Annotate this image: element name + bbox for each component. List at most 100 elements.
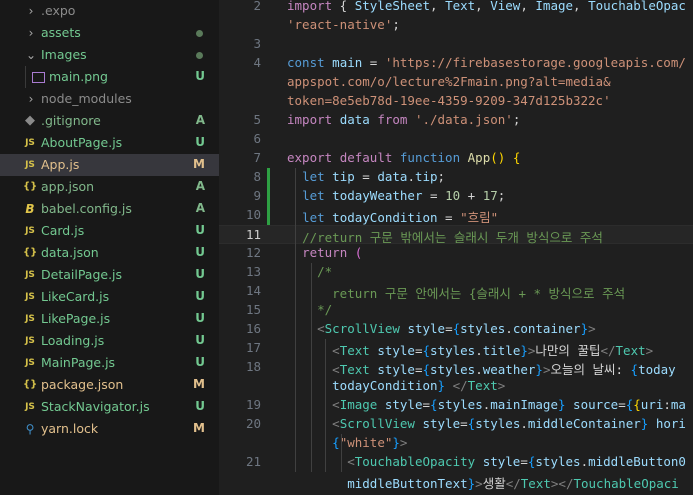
code-line[interactable]: 13 /* bbox=[219, 263, 693, 282]
explorer-item-main-png[interactable]: main.png U bbox=[0, 66, 219, 88]
code-token: } bbox=[580, 321, 589, 336]
line-number: 6 bbox=[253, 131, 261, 146]
code-token: default bbox=[339, 150, 393, 165]
code-text: return ( bbox=[287, 245, 362, 260]
code-token: . bbox=[520, 416, 528, 431]
explorer-item-yarn-lock[interactable]: ⚲ yarn.lock M bbox=[0, 418, 219, 440]
explorer-item-package-json[interactable]: {} package.json M bbox=[0, 374, 219, 396]
code-token: : bbox=[663, 397, 671, 412]
explorer-item-label: Card.js bbox=[41, 223, 85, 238]
code-token: 'https://firebasestorage.googleapis.com/ bbox=[384, 55, 686, 70]
explorer-item-label: node_modules bbox=[41, 91, 132, 106]
code-text: /* bbox=[287, 264, 332, 279]
explorer-item-gitignore[interactable]: ◆ .gitignore A bbox=[0, 110, 219, 132]
code-text: <Text style={styles.weather}>오늘의 날씨: {to… bbox=[287, 359, 676, 378]
git-status-badge: A bbox=[195, 113, 205, 127]
explorer-item-stacknavigator-js[interactable]: JS StackNavigator.js U bbox=[0, 396, 219, 418]
code-line[interactable]: 9 let todayWeather = 10 + 17; bbox=[219, 187, 693, 206]
code-line[interactable]: 7 export default function App() { bbox=[219, 149, 693, 168]
code-line[interactable]: 5 import data from './data.json'; bbox=[219, 111, 693, 130]
code-line[interactable]: todayCondition} </Text> bbox=[219, 377, 693, 396]
git-status-badge: U bbox=[195, 311, 205, 325]
explorer-item-label: app.json bbox=[41, 179, 95, 194]
code-token: style bbox=[384, 397, 423, 412]
code-token: < bbox=[332, 416, 340, 431]
code-line[interactable]: 16 <ScrollView style={styles.container}> bbox=[219, 320, 693, 339]
code-line[interactable]: 21 <TouchableOpacity style={styles.middl… bbox=[219, 453, 693, 472]
code-text: appspot.com/o/lecture%2Fmain.png?alt=med… bbox=[287, 74, 611, 89]
code-text: middleButtonText}>생활</Text></TouchableOp… bbox=[287, 473, 679, 492]
code-line[interactable]: 17 <Text style={styles.title}>나만의 꿀팁</Te… bbox=[219, 339, 693, 358]
code-token: Text bbox=[615, 343, 646, 358]
javascript-file-icon: JS bbox=[25, 292, 35, 302]
code-token: data bbox=[377, 169, 408, 184]
code-token: ; bbox=[392, 17, 400, 32]
explorer-item-babel-config-js[interactable]: Bbabel.config.js A bbox=[0, 198, 219, 220]
code-token: App bbox=[467, 150, 491, 165]
code-line[interactable]: 15 */ bbox=[219, 301, 693, 320]
git-status-badge: U bbox=[195, 135, 205, 149]
code-token: */ bbox=[317, 302, 333, 317]
code-line[interactable]: 12 return ( bbox=[219, 244, 693, 263]
code-token: { bbox=[633, 397, 641, 412]
code-line[interactable]: 10 let todayCondition = "흐림" bbox=[219, 206, 693, 225]
code-token: { bbox=[332, 0, 355, 13]
code-token: } bbox=[535, 362, 543, 377]
code-line[interactable]: 20 <ScrollView style={styles.middleConta… bbox=[219, 415, 693, 434]
code-token: todayCondition bbox=[332, 378, 438, 393]
code-text: todayCondition} </Text> bbox=[287, 378, 505, 393]
code-line[interactable]: 14 return 구문 안에서는 {슬래시 + * 방식으로 주석 bbox=[219, 282, 693, 301]
explorer-item-likecard-js[interactable]: JS LikeCard.js U bbox=[0, 286, 219, 308]
line-number: 17 bbox=[245, 340, 261, 355]
code-line[interactable]: 11 //return 구문 밖에서는 슬래시 두개 방식으로 주석 bbox=[219, 225, 693, 245]
line-number: 5 bbox=[253, 112, 261, 127]
code-line[interactable]: 2 import { StyleSheet, Text, View, Image,… bbox=[219, 0, 693, 16]
code-token: < bbox=[332, 362, 340, 377]
explorer-item-app-json[interactable]: {} app.json A bbox=[0, 176, 219, 198]
code-token: title bbox=[482, 343, 521, 358]
git-status-badge: A bbox=[195, 179, 205, 193]
code-text: let todayWeather = 10 + 17; bbox=[287, 188, 505, 203]
explorer-item-loading-js[interactable]: JS Loading.js U bbox=[0, 330, 219, 352]
code-line[interactable]: 3 bbox=[219, 35, 693, 54]
code-token: container bbox=[512, 321, 581, 336]
code-text: const main = 'https://firebasestorage.go… bbox=[287, 55, 686, 70]
code-line[interactable]: 4 const main = 'https://firebasestorage.g… bbox=[219, 54, 693, 73]
explorer-item-likepage-js[interactable]: JS LikePage.js U bbox=[0, 308, 219, 330]
javascript-file-icon: JS bbox=[25, 314, 35, 324]
code-line[interactable]: 19 <Image style={styles.mainImage} sourc… bbox=[219, 396, 693, 415]
code-token: const bbox=[287, 55, 325, 70]
code-text: token=8e5eb78d-19ee-4359-9209-347d125b32… bbox=[287, 93, 611, 108]
code-token: let bbox=[302, 210, 325, 225]
explorer-item-detailpage-js[interactable]: JS DetailPage.js U bbox=[0, 264, 219, 286]
code-line[interactable]: token=8e5eb78d-19ee-4359-9209-347d125b32… bbox=[219, 92, 693, 111]
code-line[interactable]: 6 bbox=[219, 130, 693, 149]
code-token: , bbox=[430, 0, 446, 13]
code-editor[interactable]: 2 import { StyleSheet, Text, View, Image,… bbox=[219, 0, 693, 495]
explorer-item-aboutpage-js[interactable]: JS AboutPage.js U bbox=[0, 132, 219, 154]
explorer-item-card-js[interactable]: JS Card.js U bbox=[0, 220, 219, 242]
explorer-item-label: LikePage.js bbox=[41, 311, 111, 326]
code-token: /* bbox=[317, 264, 333, 279]
code-line[interactable]: 8 let tip = data.tip; bbox=[219, 168, 693, 187]
code-line[interactable]: 18 <Text style={styles.weather}>오늘의 날씨: … bbox=[219, 358, 693, 377]
code-line[interactable]: appspot.com/o/lecture%2Fmain.png?alt=med… bbox=[219, 73, 693, 92]
code-line[interactable]: middleButtonText}>생활</Text></TouchableOp… bbox=[219, 472, 693, 491]
explorer-item-label: main.png bbox=[49, 69, 108, 84]
explorer-item-node-modules[interactable]: › node_modules bbox=[0, 88, 219, 110]
code-token: function bbox=[399, 150, 461, 165]
explorer-item-expo[interactable]: › .expo bbox=[0, 0, 219, 22]
explorer-item-assets[interactable]: › assets bbox=[0, 22, 219, 44]
code-line[interactable]: {"white"}> bbox=[219, 434, 693, 453]
explorer-item-images[interactable]: ⌄ Images bbox=[0, 44, 219, 66]
explorer-item-data-json[interactable]: {} data.json U bbox=[0, 242, 219, 264]
explorer-item-mainpage-js[interactable]: JS MainPage.js U bbox=[0, 352, 219, 374]
explorer-item-app-js[interactable]: JS App.js M bbox=[0, 154, 219, 176]
code-line[interactable]: 'react-native'; bbox=[219, 16, 693, 35]
code-token: token=8e5eb78d-19ee-4359-9209-347d125b32… bbox=[287, 93, 611, 108]
